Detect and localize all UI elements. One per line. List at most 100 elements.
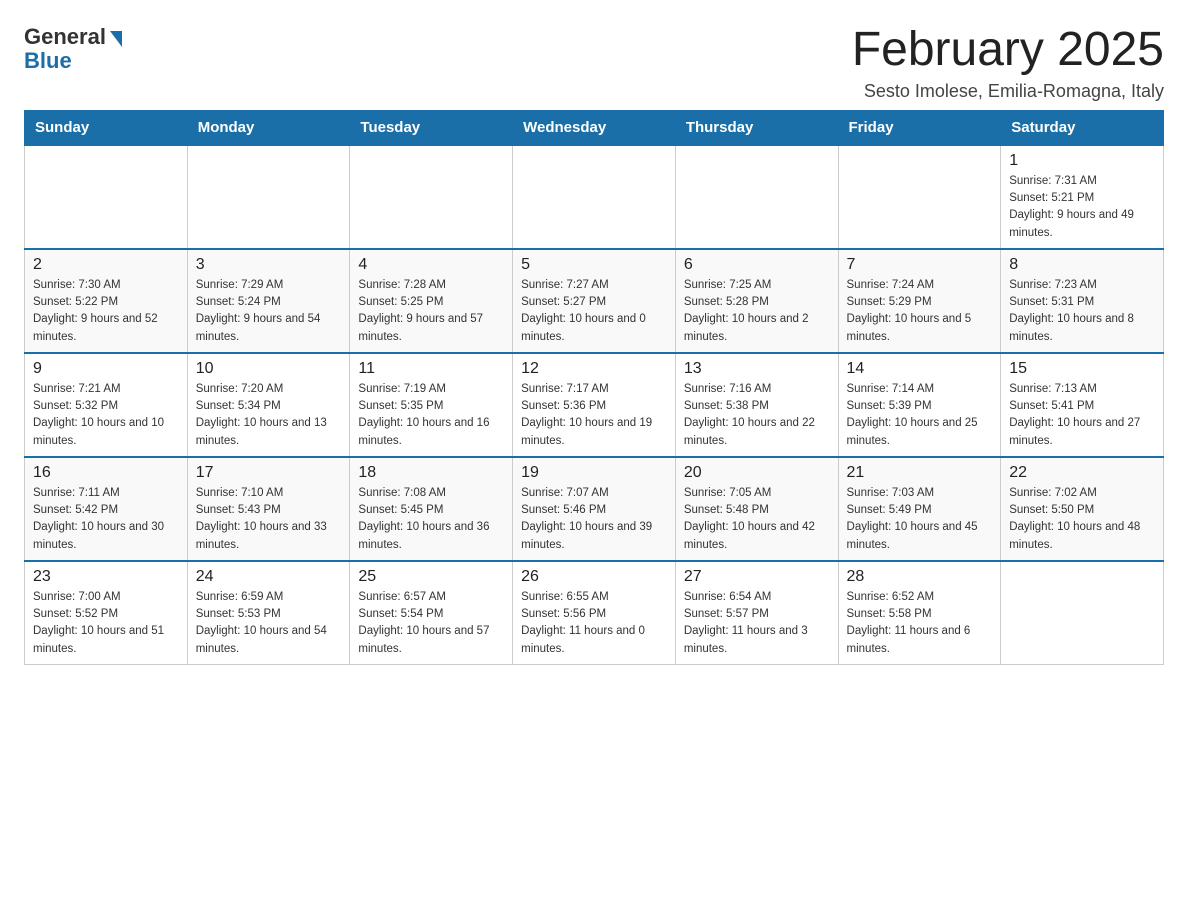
calendar-cell: 13 Sunrise: 7:16 AM Sunset: 5:38 PM Dayli… <box>675 353 838 457</box>
logo: General Blue <box>24 24 122 74</box>
day-info: Sunrise: 6:59 AM Sunset: 5:53 PM Dayligh… <box>196 589 342 658</box>
weekday-header-monday: Monday <box>187 110 350 145</box>
page-header: General Blue February 2025 Sesto Imolese… <box>24 24 1164 102</box>
day-info: Sunrise: 7:03 AM Sunset: 5:49 PM Dayligh… <box>847 485 993 554</box>
calendar-week-row: 23Sunrise: 7:00 AM Sunset: 5:52 PM Dayli… <box>25 561 1164 665</box>
calendar-cell: 4 Sunrise: 7:28 AM Sunset: 5:25 PM Daylig… <box>350 249 513 353</box>
calendar-cell: 11 Sunrise: 7:19 AM Sunset: 5:35 PM Dayli… <box>350 353 513 457</box>
day-info: Sunrise: 6:55 AM Sunset: 5:56 PM Dayligh… <box>521 589 667 658</box>
calendar-cell: 12 Sunrise: 7:17 AM Sunset: 5:36 PM Dayli… <box>513 353 676 457</box>
day-number: 24 <box>196 568 342 586</box>
day-info: Sunrise: 7:24 AM Sunset: 5:29 PM Dayligh… <box>847 277 993 346</box>
day-number: 5 <box>521 256 667 274</box>
calendar-cell: 2 Sunrise: 7:30 AM Sunset: 5:22 PM Daylig… <box>25 249 188 353</box>
day-info: Sunrise: 7:07 AM Sunset: 5:46 PM Dayligh… <box>521 485 667 554</box>
logo-blue-text: Blue <box>24 48 72 74</box>
day-info: Sunrise: 6:52 AM Sunset: 5:58 PM Dayligh… <box>847 589 993 658</box>
calendar-cell: 9 Sunrise: 7:21 AM Sunset: 5:32 PM Daylig… <box>25 353 188 457</box>
calendar-cell: 7 Sunrise: 7:24 AM Sunset: 5:29 PM Daylig… <box>838 249 1001 353</box>
day-number: 9 <box>33 360 179 378</box>
calendar-week-row: 16 Sunrise: 7:11 AM Sunset: 5:42 PM Dayli… <box>25 457 1164 561</box>
day-info: Sunrise: 7:23 AM Sunset: 5:31 PM Dayligh… <box>1009 277 1155 346</box>
calendar-cell: 28 Sunrise: 6:52 AM Sunset: 5:58 PM Dayli… <box>838 561 1001 665</box>
calendar-cell: 16 Sunrise: 7:11 AM Sunset: 5:42 PM Dayli… <box>25 457 188 561</box>
calendar-cell: 5 Sunrise: 7:27 AM Sunset: 5:27 PM Daylig… <box>513 249 676 353</box>
title-section: February 2025 Sesto Imolese, Emilia-Roma… <box>852 24 1164 102</box>
day-number: 10 <box>196 360 342 378</box>
day-number: 4 <box>358 256 504 274</box>
calendar-cell: 18 Sunrise: 7:08 AM Sunset: 5:45 PM Dayli… <box>350 457 513 561</box>
calendar-cell: 14 Sunrise: 7:14 AM Sunset: 5:39 PM Dayli… <box>838 353 1001 457</box>
day-number: 11 <box>358 360 504 378</box>
day-number: 22 <box>1009 464 1155 482</box>
day-info: Sunrise: 7:25 AM Sunset: 5:28 PM Dayligh… <box>684 277 830 346</box>
calendar-week-row: 1 Sunrise: 7:31 AM Sunset: 5:21 PM Daylig… <box>25 145 1164 249</box>
calendar-cell <box>350 145 513 249</box>
day-number: 27 <box>684 568 830 586</box>
day-number: 14 <box>847 360 993 378</box>
calendar-cell: 23Sunrise: 7:00 AM Sunset: 5:52 PM Dayli… <box>25 561 188 665</box>
month-title: February 2025 <box>852 24 1164 77</box>
day-number: 13 <box>684 360 830 378</box>
day-number: 25 <box>358 568 504 586</box>
calendar-cell <box>1001 561 1164 665</box>
calendar-cell: 20 Sunrise: 7:05 AM Sunset: 5:48 PM Dayli… <box>675 457 838 561</box>
day-number: 26 <box>521 568 667 586</box>
day-info: Sunrise: 7:16 AM Sunset: 5:38 PM Dayligh… <box>684 381 830 450</box>
day-info: Sunrise: 7:08 AM Sunset: 5:45 PM Dayligh… <box>358 485 504 554</box>
calendar-cell: 21 Sunrise: 7:03 AM Sunset: 5:49 PM Dayli… <box>838 457 1001 561</box>
logo-general-text: General <box>24 24 106 50</box>
calendar-cell: 6 Sunrise: 7:25 AM Sunset: 5:28 PM Daylig… <box>675 249 838 353</box>
day-number: 6 <box>684 256 830 274</box>
day-number: 7 <box>847 256 993 274</box>
day-info: Sunrise: 7:28 AM Sunset: 5:25 PM Dayligh… <box>358 277 504 346</box>
day-info: Sunrise: 7:02 AM Sunset: 5:50 PM Dayligh… <box>1009 485 1155 554</box>
weekday-header-wednesday: Wednesday <box>513 110 676 145</box>
day-number: 21 <box>847 464 993 482</box>
weekday-header-saturday: Saturday <box>1001 110 1164 145</box>
day-number: 28 <box>847 568 993 586</box>
calendar-table: SundayMondayTuesdayWednesdayThursdayFrid… <box>24 110 1164 665</box>
day-info: Sunrise: 7:05 AM Sunset: 5:48 PM Dayligh… <box>684 485 830 554</box>
day-number: 19 <box>521 464 667 482</box>
calendar-cell: 24 Sunrise: 6:59 AM Sunset: 5:53 PM Dayli… <box>187 561 350 665</box>
day-info: Sunrise: 7:17 AM Sunset: 5:36 PM Dayligh… <box>521 381 667 450</box>
logo-arrow-icon <box>110 31 122 47</box>
day-number: 18 <box>358 464 504 482</box>
day-info: Sunrise: 7:19 AM Sunset: 5:35 PM Dayligh… <box>358 381 504 450</box>
weekday-header-thursday: Thursday <box>675 110 838 145</box>
day-number: 16 <box>33 464 179 482</box>
calendar-cell <box>25 145 188 249</box>
calendar-week-row: 2 Sunrise: 7:30 AM Sunset: 5:22 PM Daylig… <box>25 249 1164 353</box>
weekday-header-sunday: Sunday <box>25 110 188 145</box>
day-info: Sunrise: 7:27 AM Sunset: 5:27 PM Dayligh… <box>521 277 667 346</box>
calendar-cell: 1 Sunrise: 7:31 AM Sunset: 5:21 PM Daylig… <box>1001 145 1164 249</box>
calendar-cell: 27Sunrise: 6:54 AM Sunset: 5:57 PM Dayli… <box>675 561 838 665</box>
day-info: Sunrise: 7:14 AM Sunset: 5:39 PM Dayligh… <box>847 381 993 450</box>
day-info: Sunrise: 7:20 AM Sunset: 5:34 PM Dayligh… <box>196 381 342 450</box>
day-info: Sunrise: 7:21 AM Sunset: 5:32 PM Dayligh… <box>33 381 179 450</box>
calendar-cell <box>675 145 838 249</box>
calendar-cell: 22 Sunrise: 7:02 AM Sunset: 5:50 PM Dayli… <box>1001 457 1164 561</box>
weekday-header-friday: Friday <box>838 110 1001 145</box>
day-number: 15 <box>1009 360 1155 378</box>
day-info: Sunrise: 7:11 AM Sunset: 5:42 PM Dayligh… <box>33 485 179 554</box>
day-number: 1 <box>1009 152 1155 170</box>
day-number: 17 <box>196 464 342 482</box>
location-text: Sesto Imolese, Emilia-Romagna, Italy <box>852 81 1164 102</box>
calendar-cell: 3Sunrise: 7:29 AM Sunset: 5:24 PM Daylig… <box>187 249 350 353</box>
calendar-cell <box>838 145 1001 249</box>
calendar-week-row: 9 Sunrise: 7:21 AM Sunset: 5:32 PM Daylig… <box>25 353 1164 457</box>
day-number: 2 <box>33 256 179 274</box>
day-number: 12 <box>521 360 667 378</box>
weekday-header-row: SundayMondayTuesdayWednesdayThursdayFrid… <box>25 110 1164 145</box>
calendar-cell: 8Sunrise: 7:23 AM Sunset: 5:31 PM Daylig… <box>1001 249 1164 353</box>
day-info: Sunrise: 7:30 AM Sunset: 5:22 PM Dayligh… <box>33 277 179 346</box>
calendar-cell: 25Sunrise: 6:57 AM Sunset: 5:54 PM Dayli… <box>350 561 513 665</box>
day-number: 20 <box>684 464 830 482</box>
weekday-header-tuesday: Tuesday <box>350 110 513 145</box>
day-info: Sunrise: 7:31 AM Sunset: 5:21 PM Dayligh… <box>1009 173 1155 242</box>
day-number: 3 <box>196 256 342 274</box>
day-info: Sunrise: 7:10 AM Sunset: 5:43 PM Dayligh… <box>196 485 342 554</box>
calendar-cell <box>187 145 350 249</box>
